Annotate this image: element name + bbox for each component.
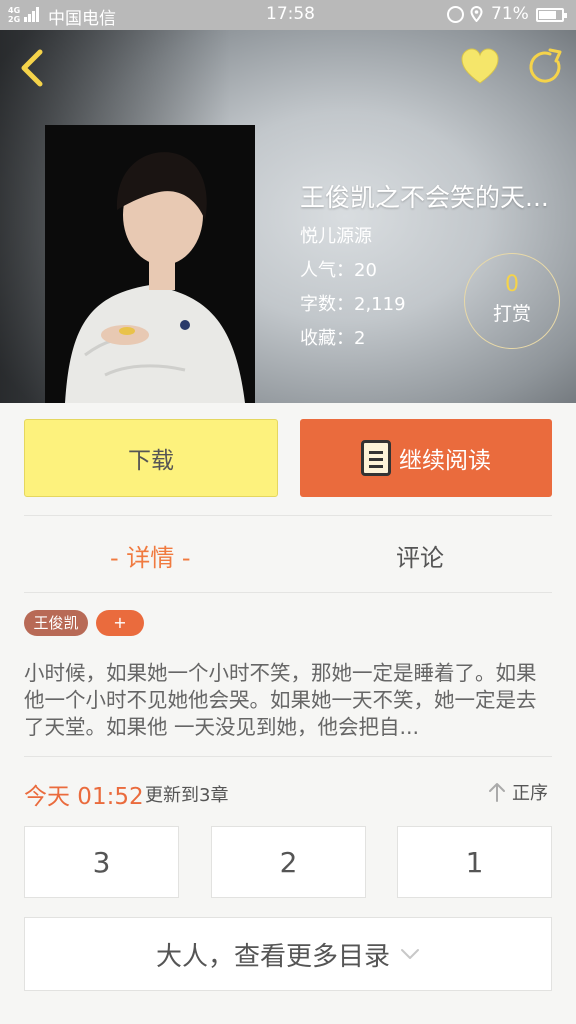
sort-order-button[interactable]: 正序 (488, 779, 548, 805)
update-status: 更新到3章 (145, 785, 229, 806)
battery-percent: 71% (491, 4, 529, 24)
tip-button[interactable]: 0 打赏 (464, 253, 560, 349)
book-title: 王俊凯之不会笑的天... (300, 183, 549, 212)
book-popularity: 人气：20 (300, 260, 377, 281)
chapter-button[interactable]: 3 (24, 826, 179, 898)
tip-count: 0 (505, 272, 519, 297)
tab-details[interactable]: - 详情 - (110, 538, 191, 573)
book-word-count: 字数：2,119 (300, 294, 406, 315)
more-chapters-label: 大人，查看更多目录 (155, 941, 390, 972)
book-description[interactable]: 小时候，如果她一个小时不笑，那她一定是睡着了。如果他一个小时不见她他会哭。如果她… (24, 660, 554, 741)
signal-icon (24, 7, 42, 22)
download-button[interactable]: 下载 (24, 419, 278, 497)
more-chapters-button[interactable]: 大人，查看更多目录 (24, 917, 552, 991)
status-bar: 4G 2G 中国电信 17:58 71% (0, 0, 576, 30)
divider (24, 756, 552, 757)
continue-reading-button[interactable]: 继续阅读 (300, 419, 552, 497)
add-tag-button[interactable]: + (96, 610, 144, 636)
network-type-icon: 4G 2G (8, 6, 21, 24)
update-time: 今天 01:52 (24, 784, 144, 810)
download-label: 下载 (128, 448, 174, 474)
alarm-icon (447, 6, 464, 23)
book-cover-image[interactable] (45, 125, 255, 403)
tag-chip[interactable]: 王俊凯 (24, 610, 88, 636)
chevron-down-icon (401, 949, 419, 959)
refresh-share-icon[interactable] (526, 48, 564, 86)
sort-order-label: 正序 (512, 783, 548, 804)
clock: 17:58 (266, 4, 315, 24)
chapter-button[interactable]: 2 (211, 826, 366, 898)
continue-reading-label: 继续阅读 (399, 448, 491, 474)
book-header: 王俊凯之不会笑的天... 悦儿源源 人气：20 字数：2,119 收藏：2 0 … (0, 30, 576, 403)
arrow-up-icon (489, 783, 505, 802)
portrait-cover-image (45, 125, 255, 403)
tab-comments[interactable]: 评论 (396, 538, 444, 573)
heart-icon[interactable] (460, 48, 500, 86)
carrier-name: 中国电信 (48, 9, 116, 29)
tip-label: 打赏 (492, 303, 531, 325)
chevron-left-icon[interactable] (12, 46, 52, 90)
book-favorites: 收藏：2 (300, 328, 366, 349)
book-author[interactable]: 悦儿源源 (300, 222, 372, 248)
battery-icon (536, 8, 567, 22)
book-icon (361, 440, 391, 476)
chapter-button[interactable]: 1 (397, 826, 552, 898)
location-icon (470, 6, 483, 22)
divider (24, 592, 552, 593)
divider (24, 515, 552, 516)
